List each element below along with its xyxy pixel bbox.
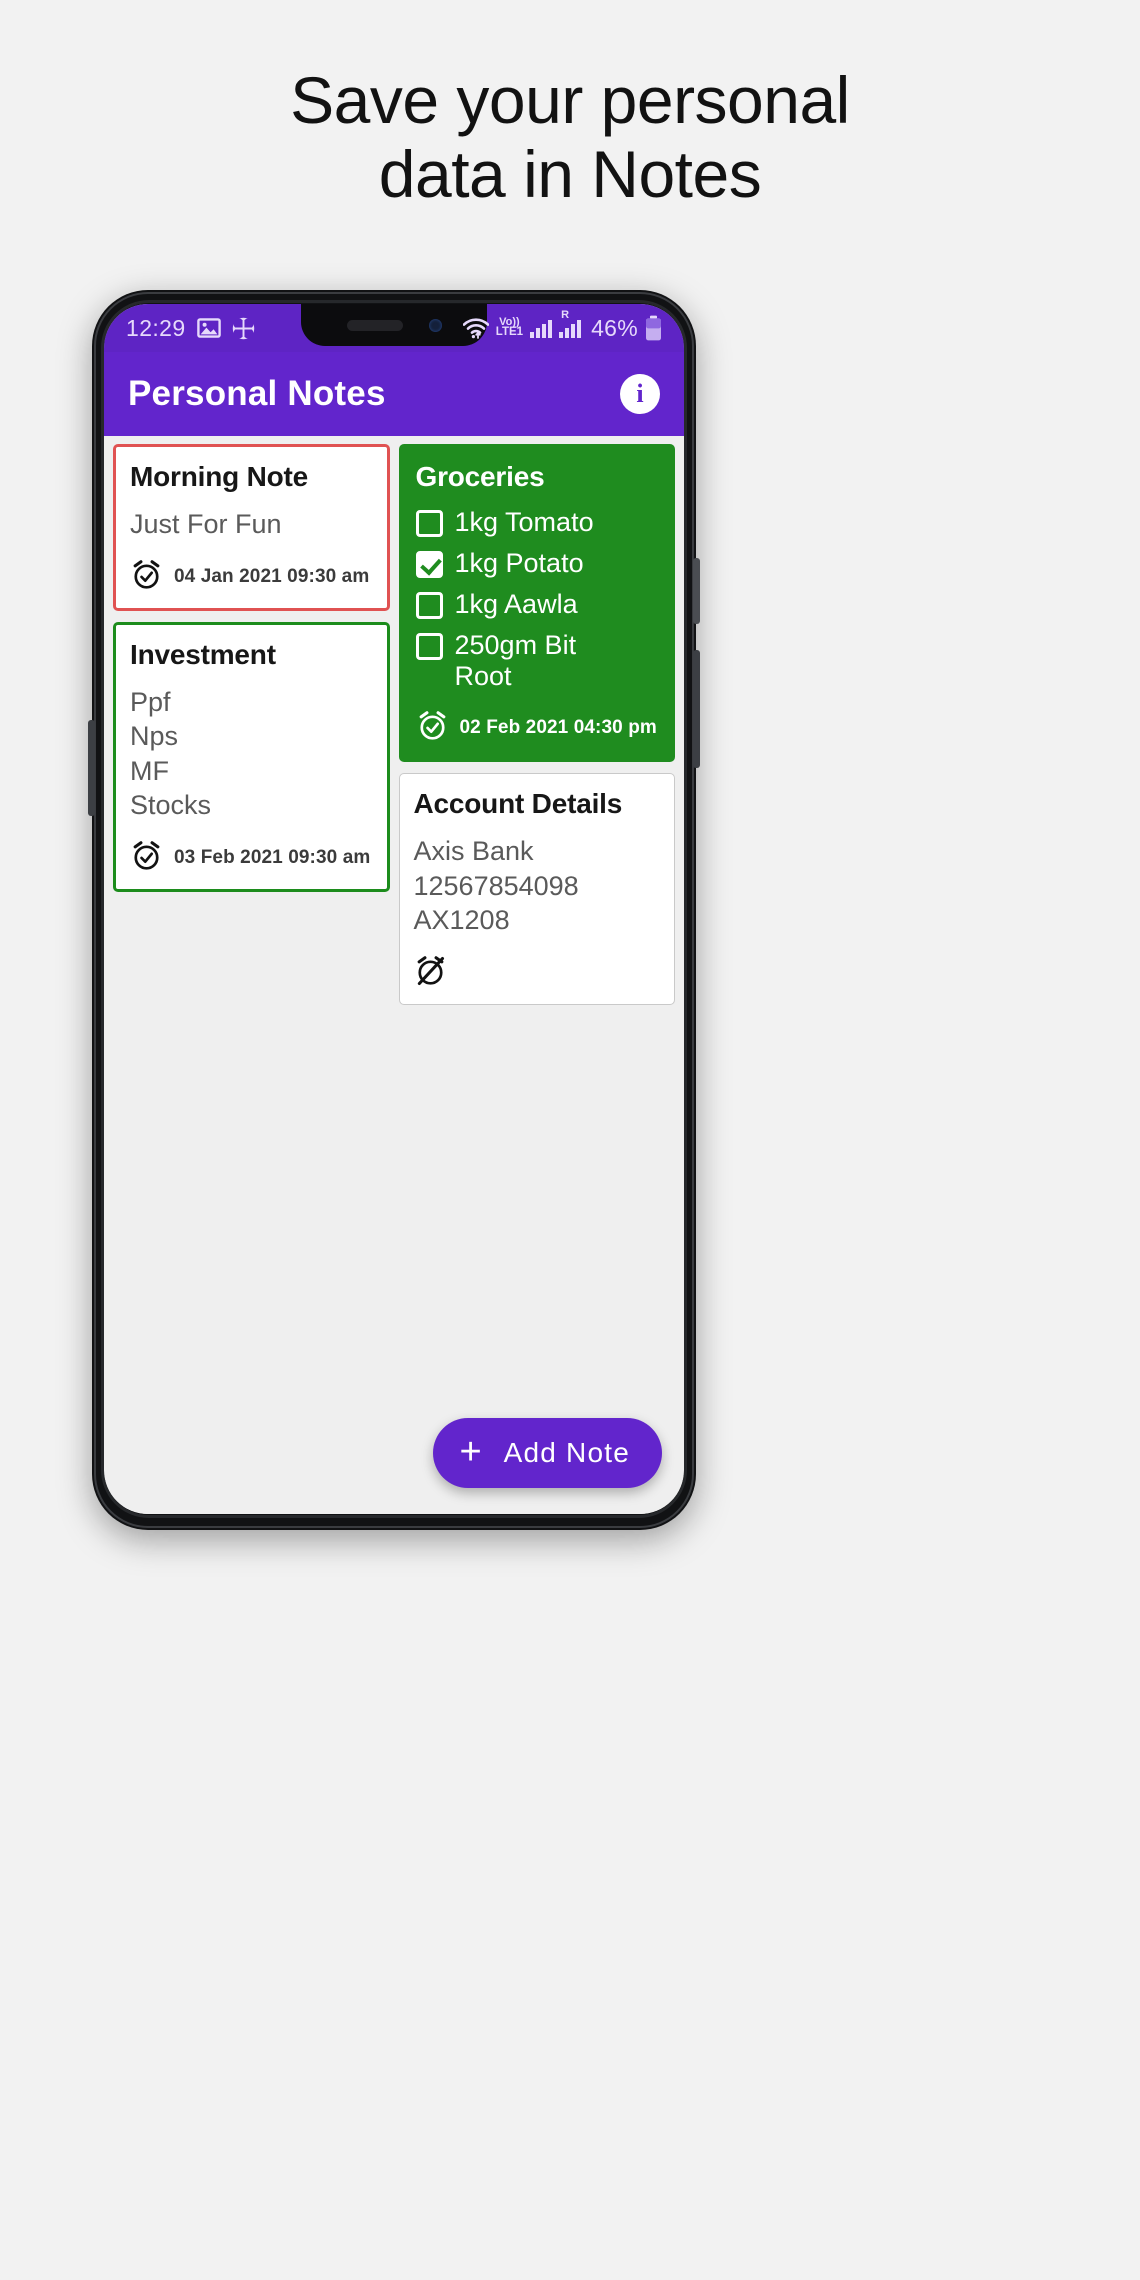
checklist-item[interactable]: 1kg Aawla — [415, 588, 659, 621]
note-card-morning-note[interactable]: Morning Note Just For Fun 04 Jan 2021 09… — [113, 444, 390, 611]
power-button[interactable] — [693, 558, 700, 624]
notes-grid: Morning Note Just For Fun 04 Jan 2021 09… — [104, 436, 684, 1514]
checkbox-checked-icon[interactable] — [415, 550, 443, 578]
note-body-line: AX1208 — [413, 905, 510, 936]
checkbox-unchecked-icon[interactable] — [415, 632, 443, 660]
note-body-line: Ppf — [130, 686, 171, 717]
volume-button[interactable] — [693, 650, 700, 768]
roaming-signal-icon: R — [559, 309, 582, 338]
note-card-groceries[interactable]: Groceries 1kg Tomato 1kg Potato 1kg Aawl… — [398, 444, 675, 763]
checkbox-unchecked-icon[interactable] — [415, 510, 443, 537]
note-body-line: Stocks — [130, 790, 212, 821]
page-title: Personal Notes — [128, 374, 386, 413]
add-note-label: Add Note — [503, 1437, 630, 1468]
note-body: Just For Fun — [130, 507, 373, 542]
checklist-item[interactable]: 1kg Tomato — [415, 507, 659, 539]
note-title: Investment — [130, 638, 276, 670]
headline-line-2: data in Notes — [378, 136, 762, 211]
phone-screen: 12:29 Vo)) LTE1 R 46% Personal Notes i M… — [104, 304, 684, 1514]
note-body-line: Nps — [130, 721, 179, 752]
note-title: Account Details — [413, 788, 623, 820]
note-title: Morning Note — [130, 461, 309, 492]
note-body: Ppf Nps MF Stocks — [130, 685, 373, 823]
plus-icon: + — [459, 1430, 482, 1473]
note-body-line: Axis Bank — [413, 836, 534, 867]
alarm-on-icon — [130, 558, 163, 596]
app-bar: Personal Notes i — [104, 352, 684, 436]
checklist-item-label: 1kg Tomato — [454, 507, 594, 537]
note-body: Axis Bank 12567854098 AX1208 — [414, 834, 661, 938]
checklist: 1kg Tomato 1kg Potato 1kg Aawla 250gm Bi… — [415, 507, 659, 694]
display-notch — [301, 304, 487, 346]
volte-icon: Vo)) LTE1 — [495, 317, 524, 338]
note-date: 03 Feb 2021 09:30 am — [174, 846, 371, 868]
note-footer — [414, 954, 661, 992]
checklist-item[interactable]: 250gm Bit Root — [415, 629, 659, 694]
status-bar: 12:29 Vo)) LTE1 R 46% — [104, 304, 684, 352]
page-headline: Save your personal data in Notes — [0, 63, 1140, 212]
wifi-icon — [462, 317, 489, 339]
note-footer: 02 Feb 2021 04:30 pm — [416, 709, 659, 747]
battery-percent-label: 46% — [591, 314, 638, 341]
note-card-account-details[interactable]: Account Details Axis Bank 12567854098 AX… — [398, 773, 675, 1005]
add-note-button[interactable]: + Add Note — [433, 1418, 662, 1488]
status-bar-left: 12:29 — [126, 315, 255, 342]
phone-device-frame: 12:29 Vo)) LTE1 R 46% Personal Notes i M… — [88, 290, 700, 1530]
note-date: 02 Feb 2021 04:30 pm — [459, 717, 657, 739]
note-body-line: MF — [130, 755, 169, 786]
notes-column-right: Groceries 1kg Tomato 1kg Potato 1kg Aawl… — [398, 444, 675, 1005]
checklist-item-label: 1kg Potato — [454, 547, 584, 578]
battery-icon — [645, 315, 662, 341]
notes-column-left: Morning Note Just For Fun 04 Jan 2021 09… — [113, 444, 390, 892]
checklist-item-label: 1kg Aawla — [454, 588, 578, 619]
assistant-button[interactable] — [88, 720, 95, 816]
volte-bottom-label: LTE1 — [495, 325, 524, 338]
front-camera-icon — [428, 318, 442, 332]
signal-icon — [530, 318, 553, 338]
roaming-label: R — [561, 309, 570, 321]
info-icon[interactable]: i — [620, 374, 660, 414]
note-title: Groceries — [415, 461, 545, 492]
alarm-on-icon — [416, 709, 449, 747]
note-card-investment[interactable]: Investment Ppf Nps MF Stocks 03 Feb 2021… — [113, 621, 390, 892]
note-date: 04 Jan 2021 09:30 am — [174, 565, 370, 587]
checkbox-unchecked-icon[interactable] — [415, 591, 443, 619]
alarm-off-icon — [414, 954, 447, 992]
flower-icon — [232, 317, 255, 340]
alarm-on-icon — [130, 839, 163, 877]
note-body-line: Just For Fun — [130, 509, 282, 539]
status-clock: 12:29 — [126, 314, 186, 341]
note-footer: 03 Feb 2021 09:30 am — [130, 839, 373, 877]
checklist-item-label: 250gm Bit Root — [454, 629, 577, 692]
earpiece-speaker — [346, 319, 403, 331]
checklist-item[interactable]: 1kg Potato — [415, 547, 659, 580]
headline-line-1: Save your personal — [290, 63, 850, 137]
status-bar-right: Vo)) LTE1 R 46% — [462, 309, 662, 342]
image-icon — [196, 318, 221, 338]
note-body-line: 12567854098 — [413, 870, 579, 901]
note-footer: 04 Jan 2021 09:30 am — [130, 558, 373, 596]
